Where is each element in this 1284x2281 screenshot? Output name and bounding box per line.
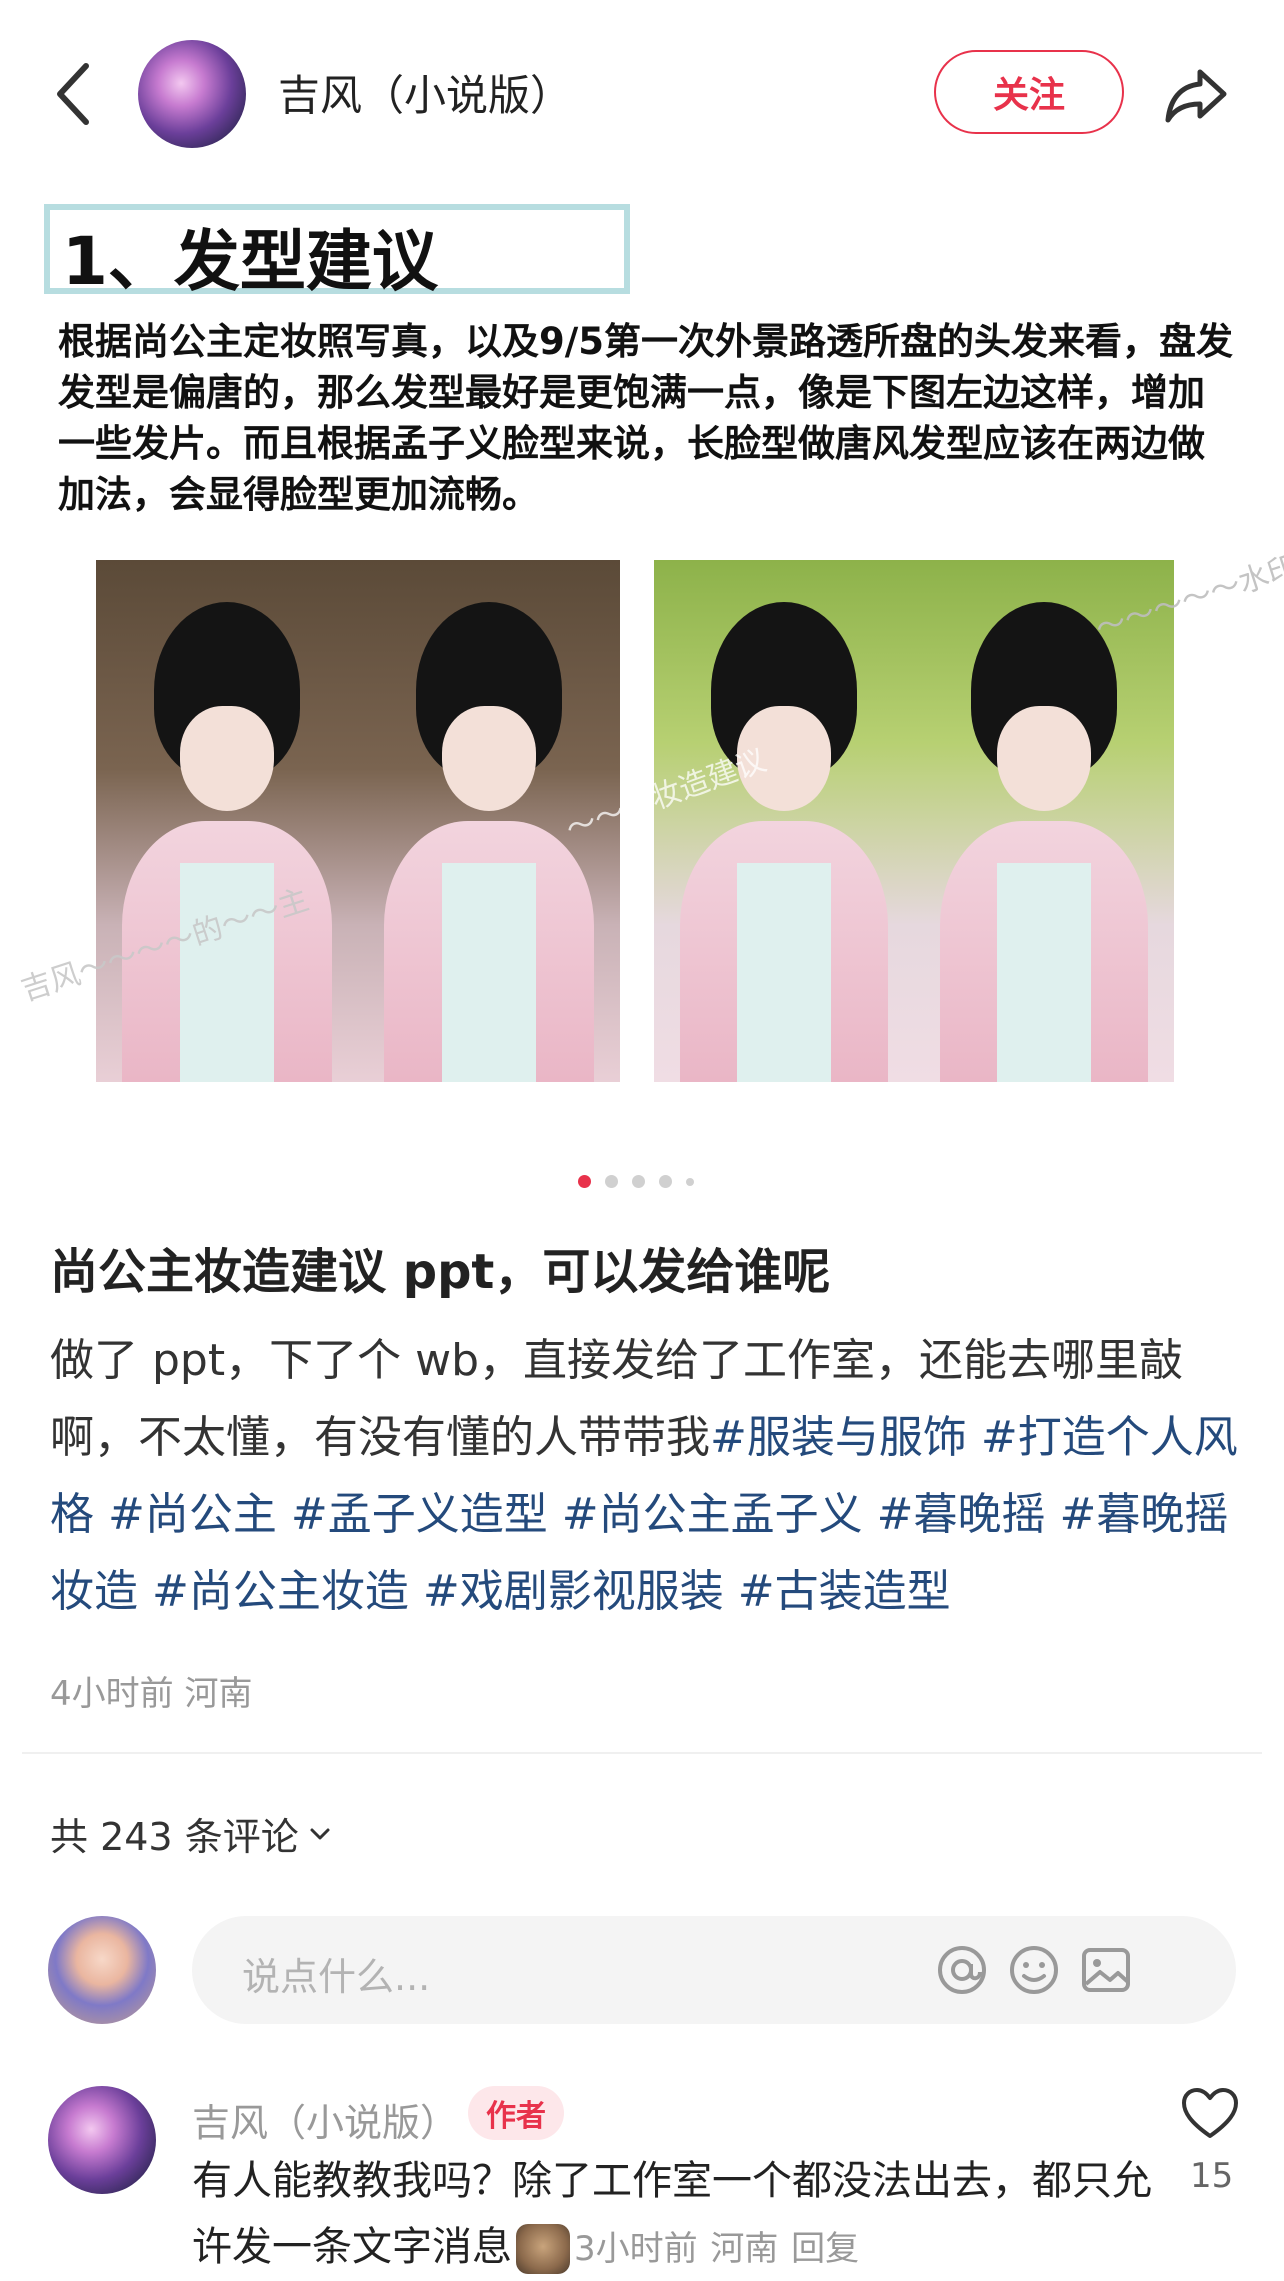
commenter-name[interactable]: 吉风（小说版） [192, 2092, 458, 2147]
image-body-text: 根据尚公主定妆照写真，以及9/5第一次外景路透所盘的头发来看，盘发发型是偏唐的，… [58, 320, 1234, 516]
author-badge: 作者 [468, 2086, 564, 2140]
carousel-pagination [578, 1175, 694, 1188]
pagination-dot[interactable] [632, 1175, 645, 1188]
post-title: 尚公主妆造建议 ppt，可以发给谁呢 [50, 1244, 831, 1300]
figure-face [997, 706, 1091, 811]
follow-button[interactable]: 关注 [934, 50, 1124, 134]
comment-time: 3小时前 [574, 2229, 698, 2269]
my-avatar [48, 1916, 156, 2024]
hashtag[interactable]: #古装造型 [738, 1566, 951, 1617]
post-image-carousel[interactable]: 1、发型建议 根据尚公主定妆照写真，以及9/5第一次外景路透所盘的头发来看，盘发… [0, 190, 1284, 1120]
pagination-dot-active[interactable] [578, 1175, 591, 1188]
comments-count[interactable]: 共 243 条评论 [50, 1806, 333, 1861]
figure [654, 560, 914, 1082]
emoji-icon[interactable] [1004, 1940, 1064, 2000]
figure-face [179, 706, 275, 811]
comment-input[interactable]: 说点什么... [192, 1916, 1236, 2024]
share-icon[interactable] [1160, 58, 1232, 130]
top-bar: 吉风（小说版） 关注 [0, 0, 1284, 180]
sticker-emoji-icon [516, 2224, 570, 2274]
hashtag[interactable]: #尚公主妆造 [152, 1566, 409, 1617]
back-arrow-icon[interactable] [50, 58, 98, 130]
image-icon[interactable] [1076, 1940, 1136, 2000]
hashtag[interactable]: #戏剧影视服装 [423, 1566, 724, 1617]
figure-dress [997, 862, 1091, 1082]
hashtag[interactable]: #孟子义造型 [291, 1489, 548, 1540]
comment-text[interactable]: 有人能教教我吗？除了工作室一个都没法出去，都只允许发一条文字消息 3小时前 河南 … [192, 2148, 1152, 2281]
photo-right [654, 560, 1174, 1082]
hashtag[interactable]: #尚公主孟子义 [562, 1489, 863, 1540]
post-body: 做了 ppt，下了个 wb，直接发给了工作室，还能去哪里敲啊，不太懂，有没有懂的… [50, 1322, 1240, 1630]
figure [96, 560, 358, 1082]
pagination-dot[interactable] [686, 1177, 694, 1186]
pagination-dot[interactable] [659, 1175, 672, 1188]
pagination-dot[interactable] [605, 1175, 618, 1188]
author-name[interactable]: 吉风（小说版） [278, 62, 572, 123]
figure [914, 560, 1174, 1082]
reply-button[interactable]: 回复 [791, 2229, 859, 2269]
image-heading: 1、发型建议 [62, 223, 438, 300]
figure-dress [441, 862, 537, 1082]
photo-left [96, 560, 620, 1082]
heart-icon[interactable] [1180, 2086, 1240, 2142]
hashtag[interactable]: #暮晚摇 [877, 1489, 1046, 1540]
like-count: 15 [1190, 2156, 1234, 2196]
comment-location: 河南 [710, 2229, 779, 2269]
figure-face [441, 706, 537, 811]
hashtag[interactable]: #服装与服饰 [710, 1412, 967, 1463]
post-meta: 4小时前 河南 [50, 1674, 253, 1714]
mention-icon[interactable] [932, 1940, 992, 2000]
chevron-down-icon [310, 1828, 330, 1839]
hashtag[interactable]: #尚公主 [108, 1489, 277, 1540]
commenter-avatar[interactable] [48, 2086, 156, 2194]
divider [22, 1752, 1262, 1754]
author-avatar[interactable] [138, 40, 246, 148]
figure-dress [737, 862, 831, 1082]
comments-count-label: 共 243 条评论 [50, 1815, 299, 1859]
comment-input-placeholder: 说点什么... [242, 1955, 431, 1999]
